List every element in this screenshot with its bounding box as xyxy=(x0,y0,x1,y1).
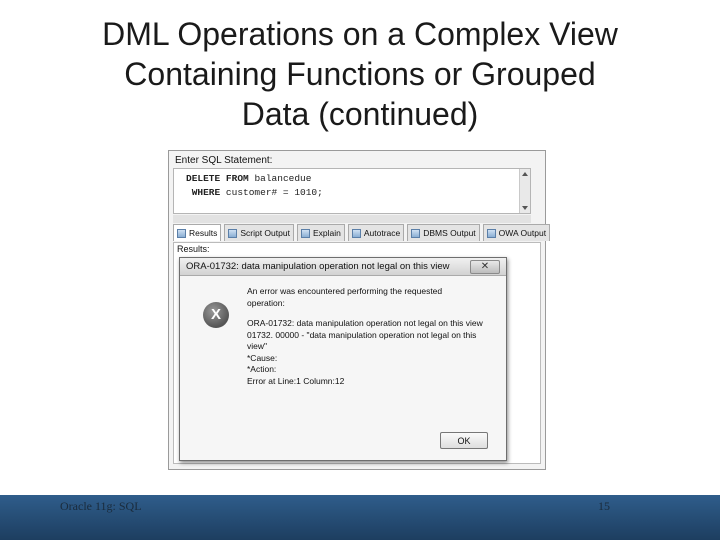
editor-horizontal-scrollbar[interactable] xyxy=(173,215,531,223)
sql-statement-label: Enter SQL Statement: xyxy=(175,155,273,166)
error-icon: X xyxy=(203,302,229,328)
slide-title: DML Operations on a Complex View Contain… xyxy=(40,14,680,134)
error-message-line: An error was encountered performing the … xyxy=(247,286,443,296)
tab-dbms-output[interactable]: DBMS Output xyxy=(407,224,480,241)
autotrace-tab-icon xyxy=(351,228,361,238)
error-message-line: *Action: xyxy=(247,364,277,374)
script-output-tab-icon xyxy=(228,228,238,238)
scroll-down-icon[interactable] xyxy=(522,206,528,210)
sql-condition: customer# = 1010; xyxy=(225,187,323,198)
sql-keyword-from: FROM xyxy=(225,173,249,184)
sql-table-name: balancedue xyxy=(254,173,312,184)
tab-results[interactable]: Results xyxy=(173,224,222,241)
title-line-1: DML Operations on a Complex View xyxy=(102,16,618,52)
error-message-line: *Cause: xyxy=(247,352,278,363)
sql-line-1: DELETE FROM balancedue xyxy=(186,172,530,186)
explain-tab-icon xyxy=(300,228,310,238)
results-label: Results: xyxy=(177,244,210,254)
tab-autotrace-label: Autotrace xyxy=(363,228,401,238)
tab-autotrace[interactable]: Autotrace xyxy=(347,224,405,241)
tab-script-output-label: Script Output xyxy=(240,228,290,238)
title-line-3: Data (continued) xyxy=(241,96,479,132)
tab-owa-output[interactable]: OWA Output xyxy=(482,224,551,241)
sql-keyword-delete: DELETE xyxy=(186,173,221,184)
tab-explain-label: Explain xyxy=(312,228,341,238)
title-line-2: Containing Functions or Grouped xyxy=(124,56,596,92)
sql-keyword-where: WHERE xyxy=(191,187,221,198)
error-dialog: ORA-01732: data manipulation operation n… xyxy=(179,257,507,461)
slide-page-number: 15 xyxy=(598,499,610,513)
error-message-line: operation: xyxy=(247,297,285,308)
footer-course-title: Oracle 11g: SQL xyxy=(60,499,142,513)
owa-output-tab-icon xyxy=(486,228,496,238)
close-icon[interactable]: ✕ xyxy=(470,260,500,274)
sql-editor[interactable]: DELETE FROM balancedue WHERE customer# =… xyxy=(173,168,531,214)
sql-developer-screenshot: Enter SQL Statement: DELETE FROM balance… xyxy=(168,150,551,470)
error-message-line: Error at Line:1 Column:12 xyxy=(247,375,345,386)
tab-owa-output-label: OWA Output xyxy=(498,228,547,238)
results-tab-icon xyxy=(177,228,186,238)
error-message-line: 01732. 00000 - "data manipulation operat… xyxy=(247,329,477,340)
error-message-line: ORA-01732: data manipulation operation n… xyxy=(247,318,483,328)
error-message: An error was encountered performing the … xyxy=(247,286,497,387)
tab-script-output[interactable]: Script Output xyxy=(224,224,294,241)
sql-line-2: WHERE customer# = 1010; xyxy=(186,186,530,200)
output-tab-bar: Results Script Output Explain Autotrace … xyxy=(173,224,551,242)
tab-dbms-output-label: DBMS Output xyxy=(423,228,476,238)
editor-vertical-scrollbar[interactable] xyxy=(519,169,530,213)
error-message-line: view" xyxy=(247,341,268,351)
dialog-titlebar[interactable]: ORA-01732: data manipulation operation n… xyxy=(180,258,506,276)
dialog-title: ORA-01732: data manipulation operation n… xyxy=(186,261,450,272)
dbms-output-tab-icon xyxy=(411,228,421,238)
tab-explain[interactable]: Explain xyxy=(296,224,345,241)
scroll-up-icon[interactable] xyxy=(522,172,528,176)
tab-results-label: Results xyxy=(189,228,218,238)
ok-button[interactable]: OK xyxy=(440,432,488,449)
